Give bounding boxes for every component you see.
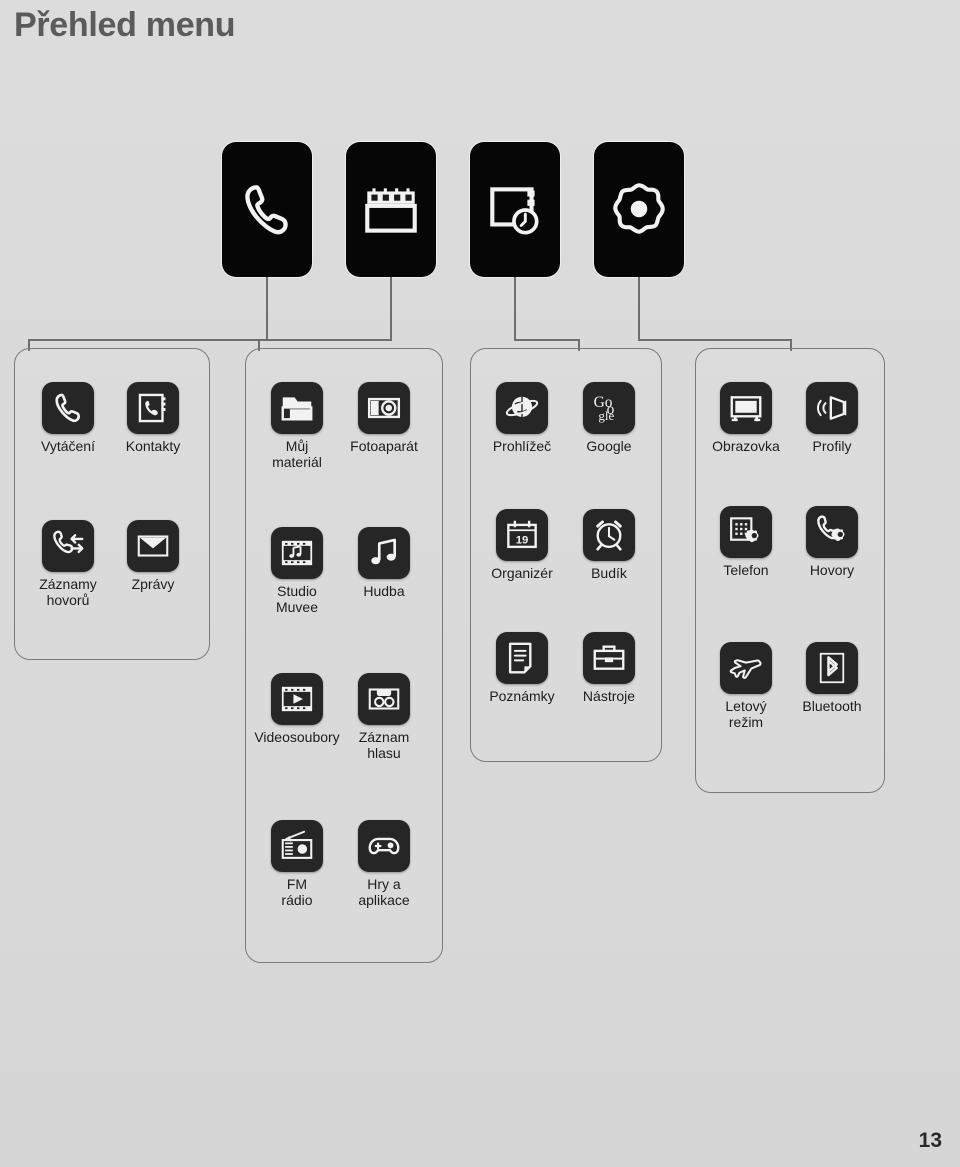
- app-telefon[interactable]: Telefon: [700, 506, 792, 579]
- app-label: FM rádio: [281, 876, 313, 908]
- call-log-arrows-icon: [42, 520, 94, 572]
- globe-browser-icon: [496, 382, 548, 434]
- app-muj-material[interactable]: Můj materiál: [251, 382, 343, 470]
- app-label: Profily: [812, 438, 852, 454]
- app-studio-muvee[interactable]: Studio Muvee: [251, 527, 343, 615]
- bluetooth-icon: [806, 642, 858, 694]
- connector-settings-vertical: [638, 277, 640, 340]
- app-fotoaparat[interactable]: Fotoaparát: [338, 382, 430, 455]
- app-fm-radio[interactable]: FM rádio: [251, 820, 343, 908]
- app-label: Obrazovka: [712, 438, 780, 454]
- app-label: Zprávy: [131, 576, 175, 592]
- connector-media-horizontal: [258, 339, 392, 341]
- connector-organizer-vertical: [514, 277, 516, 340]
- app-poznamky[interactable]: Poznámky: [476, 632, 568, 705]
- call-settings-gear-icon: [806, 506, 858, 558]
- app-zaznam-hlasu[interactable]: Záznam hlasu: [338, 673, 430, 761]
- top-category-settings[interactable]: [594, 142, 684, 277]
- connector-settings-horizontal: [638, 339, 792, 341]
- app-organizer[interactable]: 19 Organizér: [476, 509, 568, 582]
- connector-calls-vertical: [266, 277, 268, 340]
- google-icon: Go o gle: [583, 382, 635, 434]
- phone-settings-gear-icon: [720, 506, 772, 558]
- app-videosoubory[interactable]: Videosoubory: [251, 673, 343, 746]
- briefcase-icon: [583, 632, 635, 684]
- video-play-icon: [271, 673, 323, 725]
- connector-organizer-horizontal: [514, 339, 580, 341]
- app-label: Záznam hlasu: [358, 729, 410, 761]
- app-label: Hry a aplikace: [358, 876, 410, 908]
- calendar-day-number: 19: [516, 534, 529, 546]
- app-profily[interactable]: Profily: [786, 382, 878, 455]
- app-bluetooth[interactable]: Bluetooth: [786, 642, 878, 715]
- connector-media-vertical: [390, 277, 392, 340]
- app-zpravy[interactable]: Zprávy: [107, 520, 199, 593]
- notes-icon: [496, 632, 548, 684]
- envelope-icon: [127, 520, 179, 572]
- app-nastroje[interactable]: Nástroje: [563, 632, 655, 705]
- app-label: Poznámky: [489, 688, 555, 704]
- film-music-icon: [271, 527, 323, 579]
- contacts-book-icon: [127, 382, 179, 434]
- app-label: Hudba: [363, 583, 405, 599]
- app-label: Záznamy hovorů: [39, 576, 97, 608]
- page-number: 13: [918, 1129, 942, 1152]
- camera-icon: [358, 382, 410, 434]
- settings-gear-flower-icon: [606, 177, 672, 243]
- app-obrazovka[interactable]: Obrazovka: [700, 382, 792, 455]
- page-title: Přehled menu: [14, 6, 236, 44]
- phone-handset-icon: [42, 382, 94, 434]
- app-google[interactable]: Go o gle Google: [563, 382, 655, 455]
- alarm-clock-icon: [583, 509, 635, 561]
- speaker-sound-icon: [806, 382, 858, 434]
- airplane-icon: [720, 642, 772, 694]
- window-clock-icon: [482, 177, 548, 243]
- app-label: Můj materiál: [272, 438, 322, 470]
- top-category-calls[interactable]: [222, 142, 312, 277]
- app-hovory[interactable]: Hovory: [786, 506, 878, 579]
- top-category-media[interactable]: [346, 142, 436, 277]
- app-label: Hovory: [809, 562, 855, 578]
- music-note-icon: [358, 527, 410, 579]
- app-label: Bluetooth: [802, 698, 862, 714]
- app-label: Videosoubory: [254, 729, 340, 745]
- app-hudba[interactable]: Hudba: [338, 527, 430, 600]
- app-vytaceni[interactable]: Vytáčení: [22, 382, 114, 455]
- app-prohlizec[interactable]: Prohlížeč: [476, 382, 568, 455]
- app-label: Organizér: [491, 565, 553, 581]
- display-monitor-icon: [720, 382, 772, 434]
- app-label: Nástroje: [582, 688, 636, 704]
- connector-calls-horizontal: [28, 339, 268, 341]
- app-label: Fotoaparát: [350, 438, 418, 454]
- svg-text:gle: gle: [598, 408, 614, 423]
- app-label: Google: [586, 438, 632, 454]
- menu-overview-page: Přehled menu Vytáčení Kontakty Záznamy h…: [0, 0, 960, 1167]
- top-category-organizer[interactable]: [470, 142, 560, 277]
- app-zaznamy-hovoru[interactable]: Záznamy hovorů: [22, 520, 114, 608]
- folder-icon: [271, 382, 323, 434]
- app-label: Budík: [591, 565, 627, 581]
- fm-radio-icon: [271, 820, 323, 872]
- app-kontakty[interactable]: Kontakty: [107, 382, 199, 455]
- calendar-19-icon: 19: [496, 509, 548, 561]
- app-hry-a-aplikace[interactable]: Hry a aplikace: [338, 820, 430, 908]
- app-label: Letový režim: [725, 698, 767, 730]
- film-strip-icon: [358, 177, 424, 243]
- gamepad-icon: [358, 820, 410, 872]
- app-label: Prohlížeč: [492, 438, 552, 454]
- phone-handset-icon: [234, 177, 300, 243]
- app-budik[interactable]: Budík: [563, 509, 655, 582]
- cassette-tape-icon: [358, 673, 410, 725]
- app-label: Kontakty: [125, 438, 181, 454]
- app-label: Telefon: [723, 562, 769, 578]
- app-letovy-rezim[interactable]: Letový režim: [700, 642, 792, 730]
- app-label: Vytáčení: [41, 438, 95, 454]
- app-label: Studio Muvee: [275, 583, 319, 615]
